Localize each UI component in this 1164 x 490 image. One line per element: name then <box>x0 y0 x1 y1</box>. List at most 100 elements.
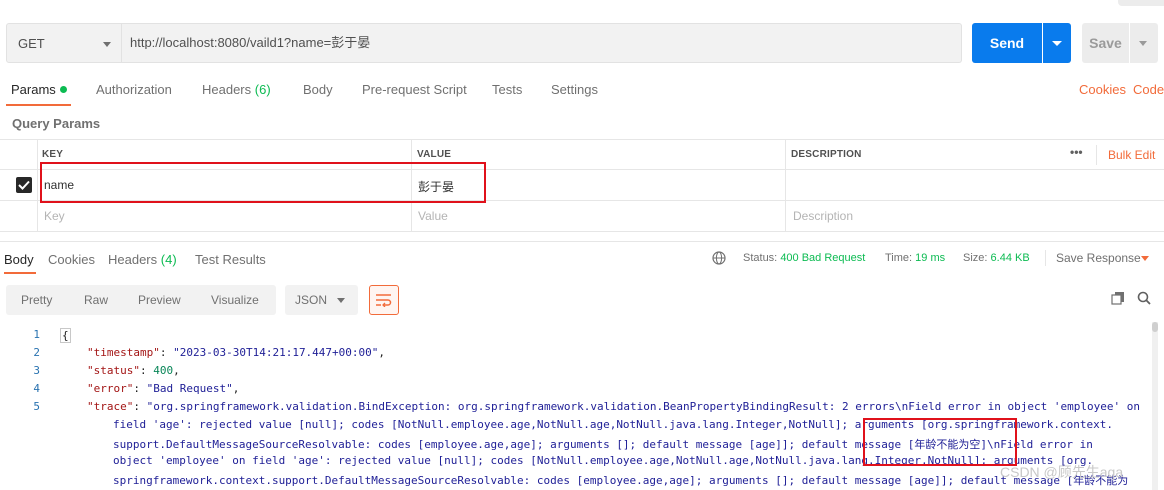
code-scrollbar[interactable] <box>1152 322 1158 490</box>
active-tab-indicator <box>6 104 71 106</box>
json-value: 400 <box>153 364 174 377</box>
new-value-input[interactable]: Value <box>418 209 448 223</box>
tab-headers[interactable]: Headers (6) <box>202 82 271 97</box>
json-line: "trace": "org.springframework.validation… <box>87 400 1140 413</box>
response-tab-cookies[interactable]: Cookies <box>48 252 95 267</box>
response-tab-headers-label: Headers <box>108 252 158 267</box>
tab-tests[interactable]: Tests <box>492 82 522 97</box>
new-description-input[interactable]: Description <box>793 209 853 223</box>
response-tab-headers[interactable]: Headers (4) <box>108 252 177 267</box>
json-value: "org.springframework.validation.BindExce… <box>146 400 1140 413</box>
scrollbar-thumb[interactable] <box>1152 322 1158 332</box>
query-params-title: Query Params <box>12 116 101 131</box>
line-number: 2 <box>33 346 40 359</box>
cookies-link[interactable]: Cookies <box>1079 82 1126 97</box>
active-response-tab-indicator <box>4 272 36 274</box>
url-field[interactable] <box>122 23 962 63</box>
highlight-box-param <box>40 162 486 203</box>
table-top-border <box>0 139 1164 140</box>
json-value: "2023-03-30T14:21:17.447+00:00" <box>173 346 379 359</box>
json-comma: , <box>173 364 180 377</box>
line-number: 1 <box>33 328 40 341</box>
meta-divider <box>1045 250 1046 266</box>
view-raw-button[interactable]: Raw <box>84 293 108 307</box>
header-divider <box>1096 145 1097 165</box>
send-button[interactable]: Send <box>972 23 1042 63</box>
column-header-value: VALUE <box>417 149 452 160</box>
chevron-down-icon[interactable] <box>1141 256 1149 261</box>
tab-authorization[interactable]: Authorization <box>96 82 172 97</box>
more-options-icon[interactable]: ••• <box>1070 145 1083 159</box>
response-tab-test-results[interactable]: Test Results <box>195 252 266 267</box>
response-divider <box>0 241 1164 242</box>
params-active-dot <box>59 86 67 93</box>
status-label: Status: <box>743 252 778 264</box>
json-value: "Bad Request" <box>146 382 233 395</box>
copy-icon[interactable] <box>1111 291 1125 305</box>
column-header-key: KEY <box>42 149 64 160</box>
code-link[interactable]: Code <box>1133 82 1164 97</box>
json-line: "status": 400, <box>87 364 180 377</box>
json-comma: , <box>378 346 386 359</box>
json-line: "error": "Bad Request", <box>87 382 240 395</box>
line-number: 3 <box>33 364 40 377</box>
url-input[interactable] <box>130 34 930 49</box>
response-tab-headers-count: (4) <box>160 252 177 267</box>
watermark: CSDN @顾先生aqa <box>1000 464 1124 480</box>
json-trace-wrap: springframework.context.support.DefaultM… <box>113 474 1129 487</box>
tab-headers-count: (6) <box>254 82 271 97</box>
wrap-lines-button[interactable] <box>369 285 399 315</box>
chevron-down-icon <box>1052 41 1062 46</box>
chevron-down-icon <box>103 42 111 47</box>
tab-headers-label: Headers <box>202 82 252 97</box>
column-divider <box>785 140 786 231</box>
highlight-box-error <box>863 418 1017 466</box>
new-key-input[interactable]: Key <box>44 209 65 223</box>
size-value: 6.44 KB <box>990 252 1030 264</box>
window-corner <box>1118 0 1164 6</box>
json-key: "error" <box>87 382 134 395</box>
checkmark-icon <box>18 180 30 190</box>
tab-params-label: Params <box>11 82 56 97</box>
view-preview-button[interactable]: Preview <box>138 293 181 307</box>
format-select[interactable]: JSON <box>285 285 358 315</box>
tab-params[interactable]: Params <box>11 82 67 97</box>
status-value: 400 Bad Request <box>780 252 866 264</box>
size-label: Size: <box>963 252 988 264</box>
json-open-brace: { <box>60 328 71 343</box>
method-select[interactable]: GET <box>6 23 122 63</box>
save-button[interactable]: Save <box>1082 23 1129 63</box>
view-pretty-button[interactable]: Pretty <box>21 293 52 307</box>
format-label: JSON <box>295 293 328 307</box>
method-label: GET <box>18 36 45 51</box>
json-comma: , <box>232 382 240 395</box>
json-key: "status" <box>87 364 140 377</box>
json-key: "trace" <box>87 400 134 413</box>
response-size: Size: 6.44 KB <box>963 252 1030 264</box>
json-line: "timestamp": "2023-03-30T14:21:17.447+00… <box>87 346 386 359</box>
tab-settings[interactable]: Settings <box>551 82 598 97</box>
column-divider <box>37 140 38 231</box>
time-value: 19 ms <box>915 252 946 264</box>
bulk-edit-link[interactable]: Bulk Edit <box>1108 148 1155 162</box>
send-options-button[interactable] <box>1043 23 1071 63</box>
view-visualize-button[interactable]: Visualize <box>211 293 259 307</box>
response-tab-body[interactable]: Body <box>4 252 34 267</box>
response-time: Time: 19 ms <box>885 252 945 264</box>
time-label: Time: <box>885 252 913 264</box>
chevron-down-icon <box>1139 41 1147 46</box>
tab-body[interactable]: Body <box>303 82 333 97</box>
wrap-icon <box>376 294 392 307</box>
search-icon[interactable] <box>1137 291 1151 305</box>
row-border <box>0 231 1164 232</box>
response-status: Status: 400 Bad Request <box>743 252 865 264</box>
chevron-down-icon <box>337 298 345 303</box>
tab-pre-request-script[interactable]: Pre-request Script <box>362 82 467 97</box>
column-header-description: DESCRIPTION <box>791 149 862 160</box>
line-number: 5 <box>33 400 40 413</box>
param-enabled-checkbox[interactable] <box>16 177 32 193</box>
save-response-button[interactable]: Save Response <box>1056 251 1141 265</box>
save-options-button[interactable] <box>1130 23 1158 63</box>
globe-icon[interactable] <box>712 251 726 265</box>
line-number: 4 <box>33 382 40 395</box>
